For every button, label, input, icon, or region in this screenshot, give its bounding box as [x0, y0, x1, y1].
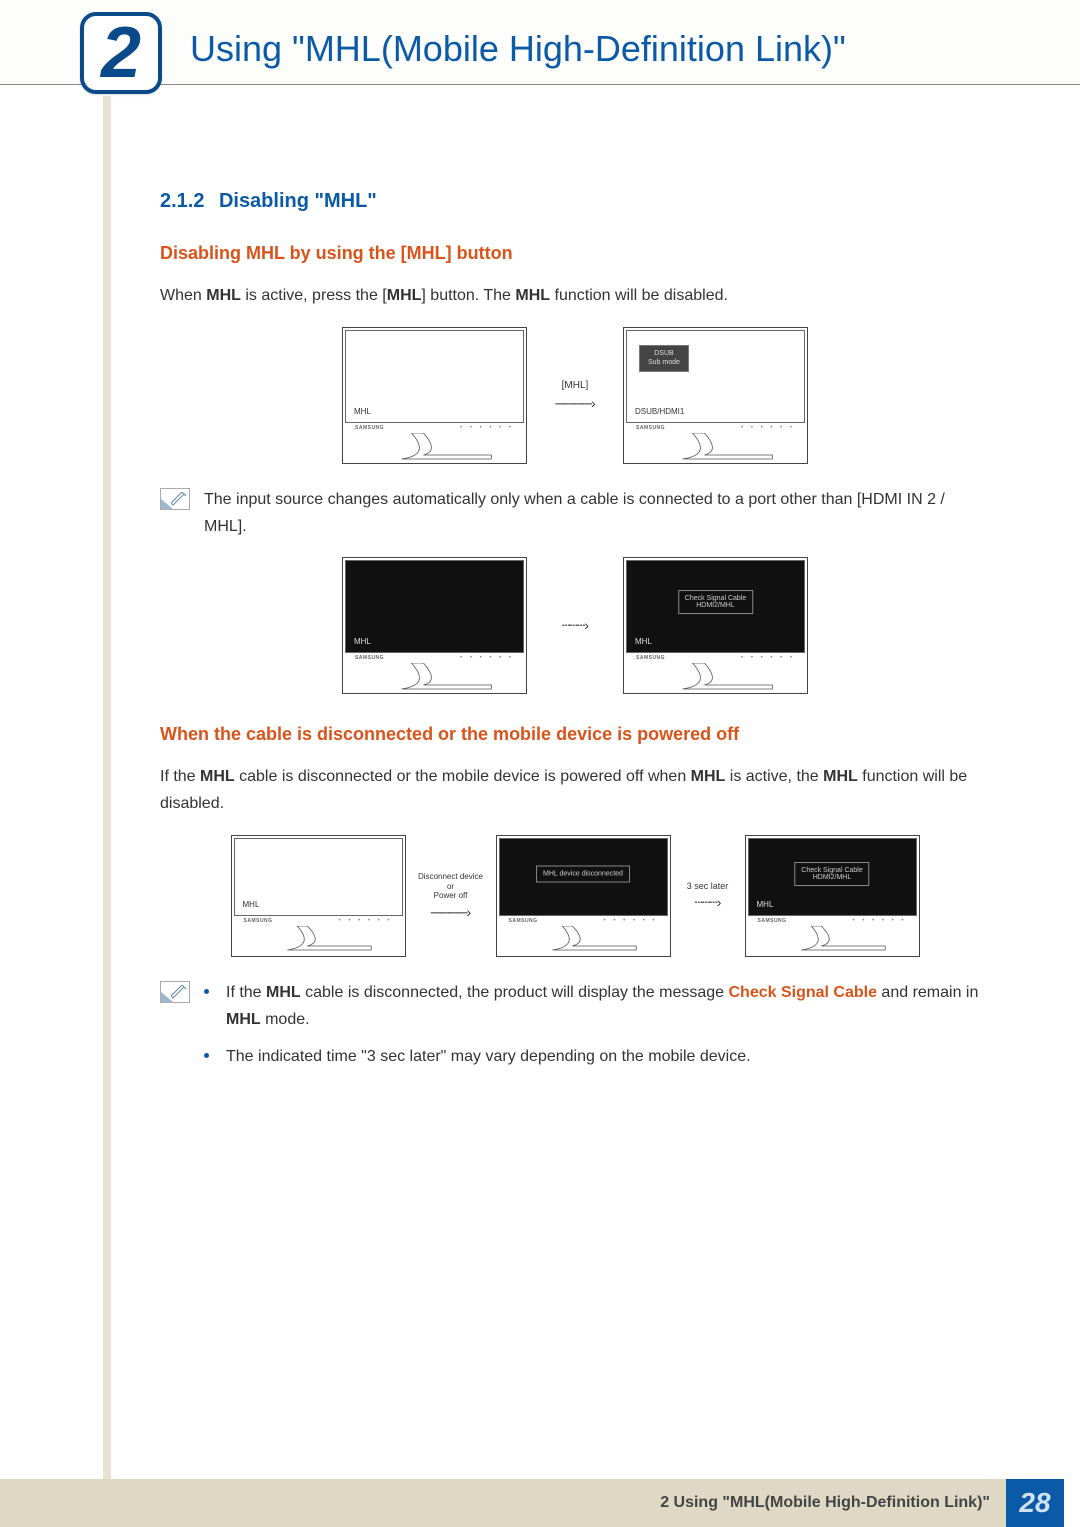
left-margin-rail [103, 96, 111, 1527]
paragraph-cable-disconnected: If the MHL cable is disconnected or the … [160, 763, 990, 817]
page-content: 2.1.2 Disabling "MHL" Disabling MHL by u… [160, 190, 990, 1097]
brand-label: SAMSUNG [636, 655, 665, 661]
screen-label-dsub-hdmi: DSUB/HDMI1 [635, 407, 684, 416]
arrow-3sec-later: 3 sec later ┄┄┄› [677, 881, 739, 912]
note-disconnect-behavior: If the MHL cable is disconnected, the pr… [160, 979, 990, 1081]
arrow-disconnect: Disconnect device or Power off ────› [412, 872, 490, 920]
note-text: The input source changes automatically o… [204, 486, 990, 540]
subheading-disabling-by-button: Disabling MHL by using the [MHL] button [160, 243, 990, 264]
monitor-stand-icon [682, 433, 802, 461]
monitor-stand-icon [552, 926, 662, 952]
note-input-source-auto: The input source changes automatically o… [160, 486, 990, 540]
monitor-right-white: DSUB Sub mode DSUB/HDMI1 SAMSUNG• • • • … [623, 327, 808, 464]
section-number: 2.1.2 [160, 190, 204, 212]
page-footer: 2 Using "MHL(Mobile High-Definition Link… [0, 1479, 1080, 1527]
brand-label: SAMSUNG [509, 918, 538, 924]
bullet-check-signal-cable: If the MHL cable is disconnected, the pr… [204, 979, 990, 1033]
screen-badge-device-disconnected: MHL device disconnected [536, 865, 630, 882]
chapter-number-badge: 2 [80, 12, 162, 94]
note-text-list: If the MHL cable is disconnected, the pr… [204, 979, 990, 1081]
note-icon [160, 488, 190, 510]
section-title: Disabling "MHL" [219, 190, 377, 212]
monitor-stand-icon [682, 663, 802, 691]
screen-label-mhl: MHL [354, 407, 371, 416]
footer-chapter-label: 2 Using "MHL(Mobile High-Definition Link… [660, 1494, 990, 1512]
monitor-stand-icon [401, 433, 521, 461]
monitor-stand-icon [287, 926, 397, 952]
screen-badge-dsub: DSUB Sub mode [639, 345, 689, 372]
screen-label-mhl: MHL [354, 637, 371, 646]
brand-label: SAMSUNG [355, 425, 384, 431]
diagram-mhl-button-press: MHL SAMSUNG• • • • • • [MHL] ────› DSUB … [160, 327, 990, 464]
brand-label: SAMSUNG [244, 918, 273, 924]
monitor-left-white: MHL SAMSUNG• • • • • • [342, 327, 527, 464]
footer-page-number: 28 [1006, 1479, 1064, 1527]
note-icon [160, 981, 190, 1003]
page-header: 2 Using "MHL(Mobile High-Definition Link… [0, 0, 1080, 85]
paragraph-press-mhl: When MHL is active, press the [MHL] butt… [160, 282, 990, 309]
bullet-3sec-varies: The indicated time "3 sec later" may var… [204, 1043, 990, 1070]
monitor-seq-1: MHL SAMSUNG• • • • • • [231, 835, 406, 957]
arrow-dashed: ┄┄┄› [539, 617, 611, 634]
monitor-seq-2: MHL device disconnected SAMSUNG• • • • •… [496, 835, 671, 957]
screen-badge-check-cable: Check Signal Cable HDMI2/MHL [678, 590, 753, 614]
monitor-seq-3: Check Signal Cable HDMI2/MHL MHL SAMSUNG… [745, 835, 920, 957]
monitor-stand-icon [801, 926, 911, 952]
monitor-stand-icon [401, 663, 521, 691]
diagram-disconnect-sequence: MHL SAMSUNG• • • • • • Disconnect device… [150, 835, 1000, 957]
screen-label-mhl: MHL [635, 637, 652, 646]
monitor-right-dark: Check Signal Cable HDMI2/MHL MHL SAMSUNG… [623, 557, 808, 694]
brand-label: SAMSUNG [636, 425, 665, 431]
monitor-left-dark: MHL SAMSUNG• • • • • • [342, 557, 527, 694]
brand-label: SAMSUNG [758, 918, 787, 924]
screen-badge-check-cable: Check Signal Cable HDMI2/MHL [794, 862, 869, 886]
brand-label: SAMSUNG [355, 655, 384, 661]
screen-label-mhl: MHL [243, 900, 260, 909]
arrow-mhl-button: [MHL] ────› [539, 380, 611, 411]
section-heading: 2.1.2 Disabling "MHL" [160, 190, 990, 213]
chapter-title: Using "MHL(Mobile High-Definition Link)" [190, 28, 846, 70]
subheading-cable-disconnected: When the cable is disconnected or the mo… [160, 724, 990, 745]
diagram-check-signal-cable: MHL SAMSUNG• • • • • • ┄┄┄› Check Signal… [160, 557, 990, 694]
screen-label-mhl: MHL [757, 900, 774, 909]
